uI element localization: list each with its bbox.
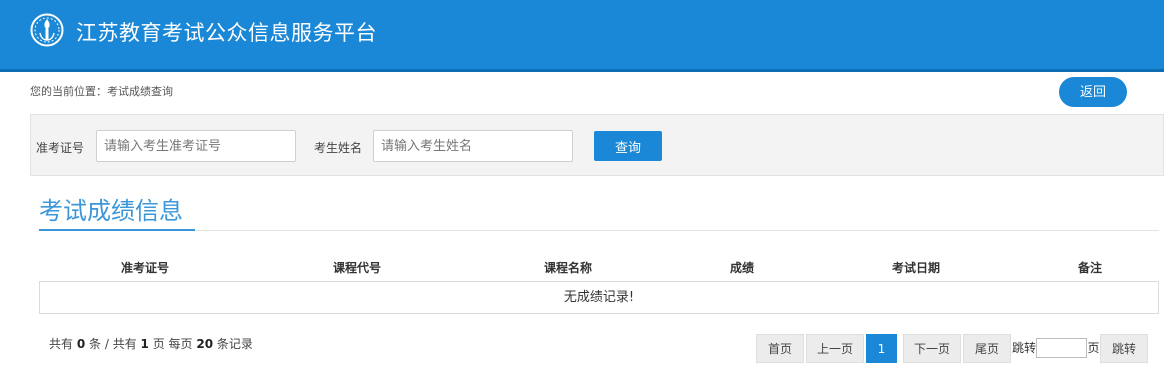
record-summary: 共有 0 条 / 共有 1 页 每页 20 条记录 (49, 335, 253, 352)
summary-prefix: 共有 (49, 337, 74, 351)
column-header-course-code: 课程代号 (332, 261, 382, 275)
section-title-underline (39, 229, 195, 231)
jump-go-button[interactable]: 跳转 (1100, 334, 1148, 363)
previous-page-button[interactable]: 上一页 (806, 334, 864, 363)
search-panel: 准考证号 考生姓名 查询 (30, 114, 1164, 176)
section-divider (39, 230, 1159, 231)
next-page-button[interactable]: 下一页 (903, 334, 961, 363)
torch-emblem-icon (30, 13, 64, 47)
section-title: 考试成绩信息 (39, 197, 183, 225)
first-page-button[interactable]: 首页 (756, 334, 804, 363)
site-title: 江苏教育考试公众信息服务平台 (76, 21, 377, 45)
total-records-count: 0 (76, 337, 86, 351)
column-header-score: 成绩 (729, 261, 755, 275)
last-page-button[interactable]: 尾页 (963, 334, 1011, 363)
summary-mid1: 条 / 共有 (89, 337, 137, 351)
results-table-header: 准考证号 课程代号 课程名称 成绩 考试日期 备注 (39, 253, 1159, 281)
breadcrumb: 您的当前位置：考试成绩查询 (30, 85, 173, 98)
total-pages-count: 1 (140, 337, 149, 351)
site-header: 江苏教育考试公众信息服务平台 (0, 0, 1164, 72)
summary-suffix: 条记录 (216, 337, 253, 351)
candidate-name-input[interactable] (373, 130, 573, 162)
current-page-number[interactable]: 1 (866, 334, 897, 363)
page-unit-label: 页 (1087, 341, 1100, 355)
ticket-number-input[interactable] (96, 130, 296, 162)
column-header-course-name: 课程名称 (543, 261, 593, 275)
candidate-name-label: 考生姓名 (314, 141, 363, 155)
column-header-ticket-number: 准考证号 (120, 261, 170, 275)
column-header-remarks: 备注 (1077, 261, 1103, 275)
empty-results-message: 无成绩记录! (563, 290, 635, 305)
jump-page-input[interactable] (1036, 338, 1087, 358)
ticket-number-label: 准考证号 (36, 141, 85, 155)
back-button[interactable]: 返回 (1059, 77, 1127, 107)
per-page-count: 20 (196, 337, 214, 351)
column-header-exam-date: 考试日期 (891, 261, 941, 275)
results-table-body: 无成绩记录! (39, 281, 1159, 314)
summary-mid2: 页 每页 (152, 337, 193, 351)
query-button[interactable]: 查询 (594, 131, 662, 161)
jump-label: 跳转 (1012, 341, 1037, 355)
